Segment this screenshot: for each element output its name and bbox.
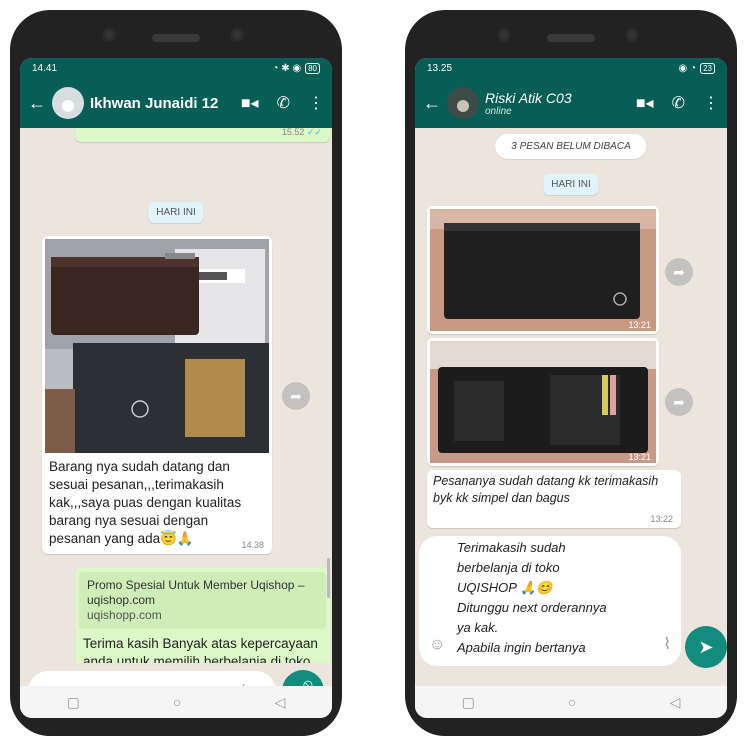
contact-status: online: [485, 105, 512, 117]
forward-icon[interactable]: ➦: [282, 382, 310, 410]
emoji-icon[interactable]: ☺: [429, 636, 445, 654]
attach-icon[interactable]: ⌇: [663, 634, 671, 654]
nav-back-icon[interactable]: ◁: [275, 694, 286, 711]
draft-line: Apabila ingin bertanya: [457, 640, 586, 655]
nav-bar: ▢ ○ ◁: [20, 686, 332, 718]
message-text: Barang nya sudah datang dan sesuai pesan…: [49, 459, 242, 546]
phone-icon[interactable]: ✆: [277, 93, 290, 113]
message-time: 14.38: [241, 540, 264, 550]
incoming-image-message[interactable]: Barang nya sudah datang dan sesuai pesan…: [42, 236, 272, 554]
status-time: 13.25: [427, 62, 453, 74]
contact-name: Ikhwan Junaidi 12: [90, 94, 219, 112]
speaker: [547, 34, 595, 42]
link-title: Promo Spesial Untuk Member Uqishop – uqi…: [87, 578, 305, 607]
status-time: 14.41: [32, 62, 58, 74]
back-arrow-icon[interactable]: ←: [28, 93, 46, 114]
more-icon[interactable]: ⋮: [308, 93, 324, 113]
nav-bar: ▢ ○ ◁: [415, 686, 727, 718]
status-icons: ◉ ◔: [678, 62, 697, 74]
avatar[interactable]: [52, 87, 84, 119]
video-call-icon[interactable]: ■◂: [241, 93, 259, 113]
incoming-image-message[interactable]: 13:21: [427, 206, 659, 334]
battery-icon: 80: [305, 62, 320, 74]
speaker: [152, 34, 200, 42]
battery-icon: 23: [700, 62, 715, 74]
contact-info[interactable]: Riski Atik C03 online: [485, 90, 636, 117]
message-text: Pesananya sudah datang kk terimakasih by…: [433, 474, 659, 505]
status-icons: ◔ ✱ ◉: [272, 62, 302, 74]
wallet-photo[interactable]: [45, 239, 269, 453]
status-bar: 14.41 ◔ ✱ ◉ 80: [20, 58, 332, 78]
message-time: 13:22: [650, 514, 673, 524]
send-icon: ➤: [698, 636, 714, 657]
compose-box[interactable]: Terimakasih sudah berbelanja di toko UQI…: [419, 536, 681, 666]
left-screen: 14.41 ◔ ✱ ◉ 80 ← Ikhwan Junaidi 12 ■◂ ✆ ⋮…: [20, 58, 332, 718]
chat-area[interactable]: 15.52 ✓✓ HARI INI Barang nya sudah datan…: [20, 128, 332, 663]
chat-header: ← Riski Atik C03 online ■◂ ✆ ⋮: [415, 78, 727, 128]
contact-name: Riski Atik C03: [485, 89, 572, 106]
draft-line: Terimakasih sudah: [457, 540, 566, 555]
send-button[interactable]: ➤: [685, 626, 727, 668]
phone-icon[interactable]: ✆: [672, 93, 685, 113]
contact-info[interactable]: Ikhwan Junaidi 12: [90, 95, 241, 112]
scrollbar[interactable]: [327, 558, 330, 598]
front-camera: [102, 28, 116, 42]
incoming-text-message[interactable]: Pesananya sudah datang kk terimakasih by…: [427, 470, 681, 528]
sensor: [625, 28, 639, 42]
draft-line: ya kak.: [457, 620, 499, 635]
link-url: uqishopp.com: [87, 608, 162, 622]
front-camera: [497, 28, 511, 42]
forward-icon[interactable]: ➦: [665, 388, 693, 416]
right-screen: 13.25 ◉ ◔ 23 ← Riski Atik C03 online ■◂ ✆…: [415, 58, 727, 718]
draft-line: berbelanja di toko: [457, 560, 560, 575]
right-phone: 13.25 ◉ ◔ 23 ← Riski Atik C03 online ■◂ ✆…: [405, 10, 737, 736]
recent-apps-icon[interactable]: ▢: [462, 694, 475, 711]
day-chip: HARI INI: [148, 202, 204, 223]
avatar[interactable]: [447, 87, 479, 119]
draft-line: UQISHOP 🙏😊: [457, 580, 553, 595]
status-bar: 13.25 ◉ ◔ 23: [415, 58, 727, 78]
more-icon[interactable]: ⋮: [703, 93, 719, 113]
link-preview[interactable]: Promo Spesial Untuk Member Uqishop – uqi…: [79, 572, 326, 629]
chat-header: ← Ikhwan Junaidi 12 ■◂ ✆ ⋮: [20, 78, 332, 128]
recent-apps-icon[interactable]: ▢: [67, 694, 80, 711]
previous-message[interactable]: 15.52 ✓✓: [75, 128, 330, 142]
draft-line: Ditunggu next orderannya: [457, 600, 607, 615]
unread-badge: 3 PESAN BELUM DIBACA: [495, 134, 647, 159]
wallet-open-photo[interactable]: [430, 341, 656, 463]
wallet-photo[interactable]: [430, 209, 656, 331]
day-chip: HARI INI: [543, 174, 599, 195]
left-phone: 14.41 ◔ ✱ ◉ 80 ← Ikhwan Junaidi 12 ■◂ ✆ ⋮…: [10, 10, 342, 736]
home-icon[interactable]: ○: [173, 694, 181, 710]
image-time: 13:21: [628, 320, 651, 330]
message-time: 15.52 ✓✓: [281, 128, 322, 137]
video-call-icon[interactable]: ■◂: [636, 93, 654, 113]
nav-back-icon[interactable]: ◁: [670, 694, 681, 711]
back-arrow-icon[interactable]: ←: [423, 93, 441, 114]
image-time: 13:21: [628, 452, 651, 462]
forward-icon[interactable]: ➦: [665, 258, 693, 286]
incoming-image-message[interactable]: 13:21: [427, 338, 659, 466]
home-icon[interactable]: ○: [568, 694, 576, 710]
promo-text: Terima kasih Banyak atas kepercayaan and…: [83, 636, 318, 663]
sensor: [230, 28, 244, 42]
promo-message[interactable]: Promo Spesial Untuk Member Uqishop – uqi…: [75, 568, 330, 663]
